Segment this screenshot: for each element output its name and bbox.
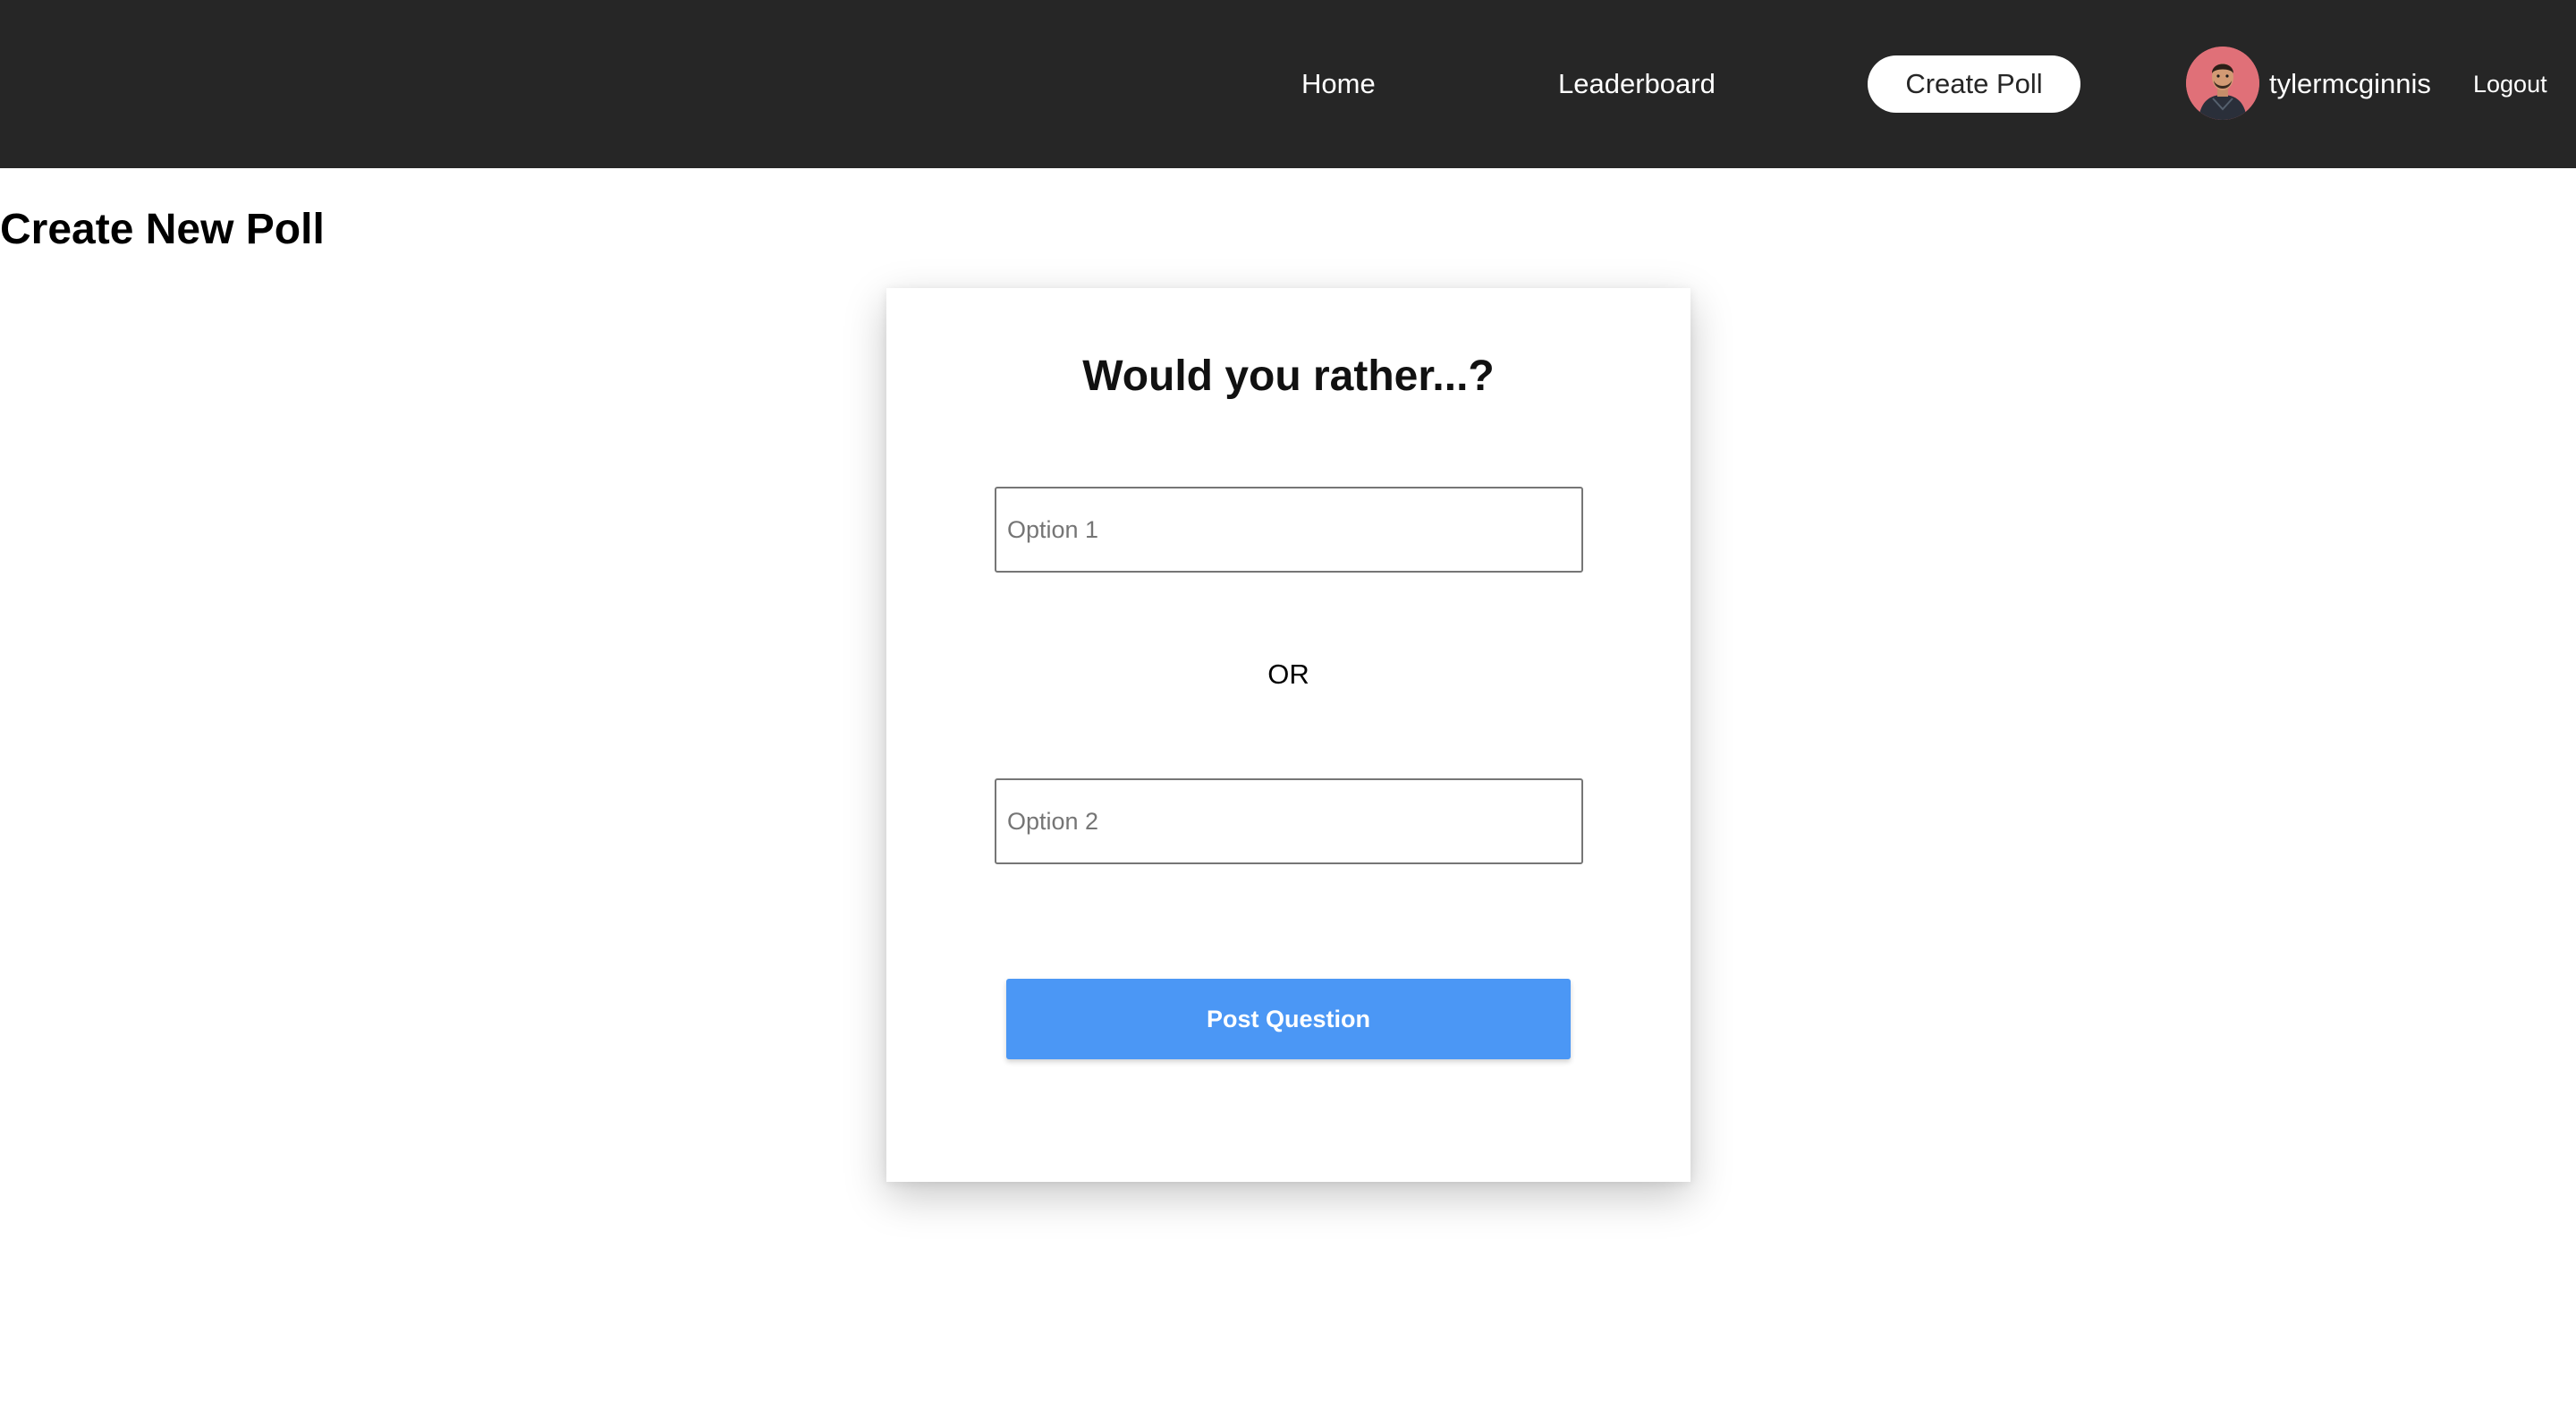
poll-heading: Would you rather...? <box>1082 352 1495 400</box>
user-avatar-icon <box>2186 47 2259 120</box>
nav-link-create-poll[interactable]: Create Poll <box>1868 55 2080 113</box>
new-poll-card: Would you rather...? OR Post Question <box>886 288 1690 1182</box>
navbar: Home Leaderboard Create Poll tylermcginn… <box>0 0 2576 168</box>
avatar <box>2186 47 2259 120</box>
post-question-button[interactable]: Post Question <box>1006 979 1571 1059</box>
or-separator: OR <box>1267 658 1309 690</box>
nav-link-leaderboard[interactable]: Leaderboard <box>1558 55 1716 113</box>
option-1-input[interactable] <box>995 487 1583 573</box>
page-title: Create New Poll <box>0 206 325 253</box>
nav-link-home[interactable]: Home <box>1301 55 1376 113</box>
logout-link[interactable]: Logout <box>2473 55 2547 113</box>
option-2-input[interactable] <box>995 778 1583 864</box>
username: tylermcginnis <box>2269 68 2431 99</box>
